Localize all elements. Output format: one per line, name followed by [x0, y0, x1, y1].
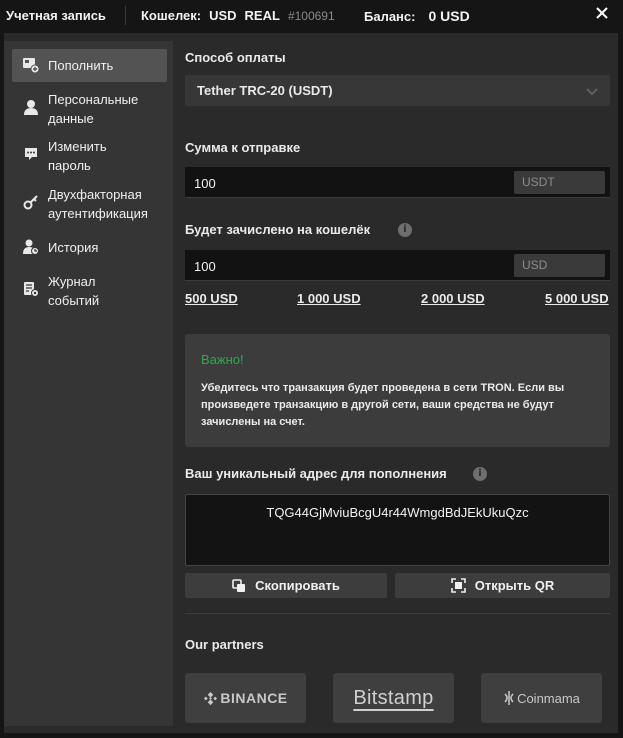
deposit-address-field[interactable]: TQG44GjMviuBcgU4r44WmgdBdJEkUkuQzc: [185, 494, 610, 566]
sidebar: Пополнить Персональные данные Изменить п…: [4, 41, 173, 726]
chevron-down-icon: [586, 84, 598, 99]
quick-amount-1000[interactable]: 1 000 USD: [297, 291, 361, 306]
user-icon: [22, 98, 40, 116]
deposit-icon: [22, 56, 40, 74]
quick-amount-500[interactable]: 500 USD: [185, 291, 238, 306]
sidebar-item-label: История: [48, 240, 99, 255]
window-title: Учетная запись: [6, 8, 106, 23]
send-amount-label: Сумма к отправке: [185, 140, 301, 155]
section-divider: [185, 613, 610, 614]
credit-amount-label: Будет зачислено на кошелёк: [185, 222, 371, 237]
journal-icon: [22, 280, 40, 298]
sidebar-item-label: Журнал событий: [48, 274, 100, 308]
wallet-info: Кошелек: USD REAL #100691: [141, 8, 335, 23]
coinmama-label: Coinmama: [517, 690, 580, 706]
partner-bitstamp[interactable]: Bitstamp: [333, 673, 454, 723]
info-icon[interactable]: i: [398, 223, 412, 237]
sidebar-item-event-log[interactable]: Журнал событий: [12, 272, 167, 312]
quick-amount-2000[interactable]: 2 000 USD: [421, 291, 485, 306]
credit-currency-badge: USD: [514, 254, 605, 277]
quick-amount-5000[interactable]: 5 000 USD: [545, 291, 609, 306]
account-panel: Пополнить Персональные данные Изменить п…: [4, 33, 618, 733]
sidebar-item-history[interactable]: История: [12, 238, 167, 262]
copy-button-label: Скопировать: [255, 578, 340, 593]
address-label: Ваш уникальный адрес для пополнения: [185, 466, 447, 481]
info-icon[interactable]: i: [473, 467, 487, 481]
open-qr-button[interactable]: Открыть QR: [395, 573, 610, 598]
balance-info: Баланс: 0 USD: [364, 8, 470, 24]
password-icon: [22, 145, 40, 163]
partners-label: Our partners: [185, 637, 264, 652]
deposit-address-value: TQG44GjMviuBcgU4r44WmgdBdJEkUkuQzc: [266, 505, 529, 520]
wallet-currency: USD: [209, 8, 237, 23]
topbar-divider: [125, 6, 126, 25]
payment-method-value: Tether TRC-20 (USDT): [197, 83, 333, 98]
top-bar: Учетная запись Кошелек: USD REAL #100691 Ба…: [0, 0, 623, 32]
bitstamp-label: Bitstamp: [353, 686, 434, 709]
partner-coinmama[interactable]: Coinmama: [481, 673, 602, 723]
sidebar-item-label: Персональные данные: [48, 92, 139, 126]
binance-label: BINANCE: [220, 690, 288, 706]
wallet-mode: REAL: [244, 8, 280, 23]
sidebar-item-change-password[interactable]: Изменить пароль: [12, 137, 167, 177]
payment-method-select[interactable]: Tether TRC-20 (USDT): [185, 75, 610, 106]
sidebar-item-label: Двухфакторная аутентификация: [48, 187, 148, 221]
notice-text: Убедитесь что транзакция будет проведена…: [201, 382, 565, 428]
credit-amount-value: 100: [194, 259, 216, 274]
account-id: #100691: [287, 9, 335, 23]
qr-button-label: Открыть QR: [474, 578, 555, 593]
close-icon[interactable]: [594, 3, 610, 23]
coinmama-logo-icon: [504, 691, 514, 705]
copy-address-button[interactable]: Скопировать: [185, 573, 387, 598]
qr-scan-icon: [450, 578, 466, 593]
sidebar-item-label: Изменить пароль: [48, 139, 107, 173]
send-amount-input[interactable]: 100 USDT: [185, 167, 610, 198]
credit-amount-input[interactable]: 100 USD: [185, 250, 610, 281]
partner-binance[interactable]: BINANCE: [185, 673, 306, 723]
sidebar-item-label: Пополнить: [48, 58, 114, 73]
send-currency-badge: USDT: [514, 171, 605, 194]
copy-icon: [232, 578, 246, 592]
wallet-label: Кошелек:: [141, 8, 202, 23]
sidebar-item-deposit[interactable]: Пополнить: [12, 49, 167, 82]
balance-value: 0 USD: [428, 8, 470, 24]
important-notice: Важно! Убедитесь что транзакция будет пр…: [185, 334, 610, 447]
notice-title: Важно!: [201, 352, 244, 367]
sidebar-item-two-factor[interactable]: Двухфакторная аутентификация: [12, 185, 167, 225]
sidebar-item-personal-data[interactable]: Персональные данные: [12, 90, 167, 130]
binance-logo-icon: [204, 691, 218, 705]
history-icon: [22, 238, 40, 256]
balance-label: Баланс:: [364, 9, 416, 24]
key-icon: [22, 193, 40, 211]
payment-method-label: Способ оплаты: [185, 50, 286, 65]
send-amount-value: 100: [194, 176, 216, 191]
